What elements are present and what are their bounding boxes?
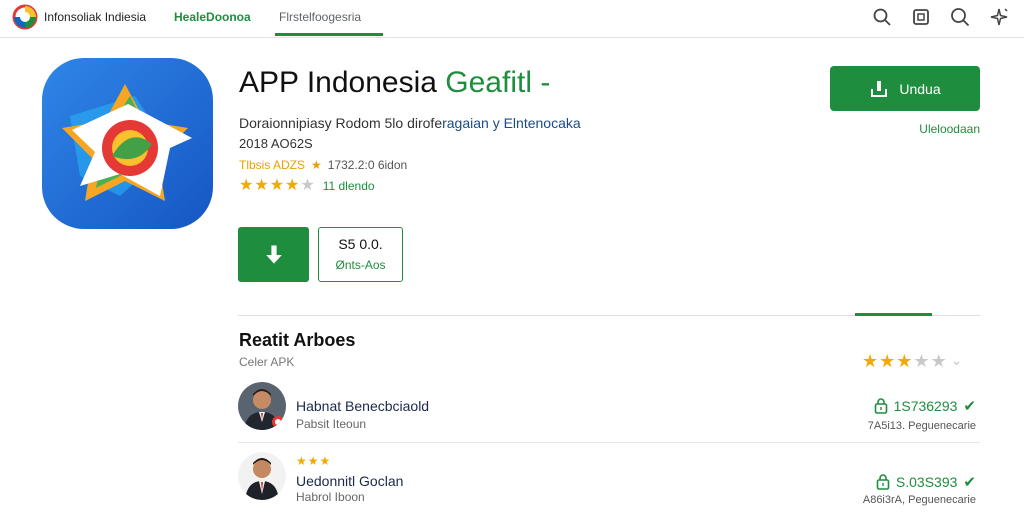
brand-logo-icon (12, 4, 38, 30)
brand[interactable]: Infonsoliak Indiesia (12, 4, 146, 30)
review-count: 1S736293 (893, 398, 958, 414)
app-title: APP Indonesia Geafitl - (239, 66, 550, 100)
active-tab-indicator (275, 33, 383, 36)
meta-left: Tlbsis ADZS (239, 158, 306, 172)
app-meta: Tlbsis ADZS ★ 1732.2:0 6idon (239, 158, 407, 172)
app-title-main: APP Indonesia (239, 66, 437, 99)
star-icon: ★ (311, 158, 322, 172)
star-filled-icon: ★ (296, 454, 307, 468)
review-meta-sub: A86i3rA, Peguenecarie (862, 494, 976, 506)
reviews-subtitle: Celer APK (239, 355, 295, 369)
description-link[interactable]: ragaian y Elntenocaka (442, 115, 581, 131)
app-year: 2018 AO62S (239, 136, 313, 151)
review-meta-sub: 7A5i13. Peguenecarie (867, 420, 976, 432)
review-item[interactable]: Habnat Benecbciaold Pabsit Iteoun 1S7362… (238, 382, 980, 438)
install-label: Undua (899, 80, 941, 97)
install-sub-link[interactable]: Uleloodaan (830, 122, 980, 136)
star-filled-icon: ★ (307, 454, 319, 468)
tab-home[interactable]: HealeDoonoa (174, 10, 251, 24)
avatar (238, 382, 286, 430)
rating-stars: ★ ★ ★ ★ ★ (239, 178, 315, 194)
review-divider (238, 442, 980, 443)
star-filled-icon: ★ (269, 177, 285, 194)
star-empty-icon: ★ (913, 350, 930, 371)
lock-icon (874, 398, 887, 414)
download-arrow-icon (265, 244, 282, 264)
app-icon (40, 56, 215, 231)
star-empty-icon: ★ (930, 350, 947, 371)
app-rating: ★ ★ ★ ★ ★ 11 dlendo (239, 178, 375, 194)
reviewer-subtitle: Habrol Iboon (296, 490, 365, 504)
price-button[interactable]: S5 0.0. Ønts-Aos (318, 227, 403, 282)
app-description: Doraionnipiasy Rodom 5lo diroferagaian y… (239, 115, 581, 131)
search-icon[interactable] (949, 6, 971, 28)
reviewer-name[interactable]: Uedonnitl Goclan (296, 473, 403, 489)
app-title-accent: Geafitl - (445, 66, 551, 99)
download-button[interactable] (238, 227, 309, 282)
install-button[interactable]: Undua (830, 66, 980, 111)
star-empty-icon: ★ (300, 177, 315, 194)
star-filled-icon: ★ (879, 350, 896, 371)
star-filled-icon: ★ (319, 454, 331, 468)
price-amount: S5 0.0. (338, 236, 383, 252)
star-filled-icon: ★ (896, 350, 913, 371)
top-bar: Infonsoliak Indiesia HealeDoonoa Flrstel… (0, 0, 1024, 38)
review-stars: ★ ★ ★ (296, 455, 330, 467)
review-meta: 1S736293 ✔ (874, 397, 976, 415)
window-icon[interactable] (910, 6, 932, 28)
check-icon: ✔ (963, 474, 976, 491)
reviews-rating-filter[interactable]: ★ ★ ★ ★ ★ ⌄ (862, 350, 963, 371)
price-label: Ønts-Aos (335, 258, 386, 272)
review-item[interactable]: ★ ★ ★ Uedonnitl Goclan Habrol Iboon S.03S3… (238, 452, 980, 508)
rating-text: 11 dlendo (322, 179, 375, 193)
divider-accent (855, 313, 932, 316)
check-icon: ✔ (963, 398, 976, 415)
review-count: S.03S393 (895, 474, 958, 490)
sparkle-icon[interactable] (988, 6, 1010, 28)
avatar (238, 452, 286, 500)
star-filled-icon: ★ (254, 177, 269, 194)
description-text: Doraionnipiasy Rodom 5lo dirofe (239, 115, 443, 131)
tab-categories[interactable]: Flrstelfoogesria (279, 10, 361, 24)
chevron-down-icon: ⌄ (950, 352, 963, 368)
reviewer-name[interactable]: Habnat Benecbciaold (296, 398, 429, 414)
star-filled-icon: ★ (239, 177, 254, 194)
download-tray-icon (871, 80, 888, 97)
star-filled-icon: ★ (285, 177, 300, 194)
search-icon[interactable] (871, 6, 893, 28)
reviewer-subtitle: Pabsit Iteoun (296, 417, 367, 431)
brand-name: Infonsoliak Indiesia (44, 10, 147, 24)
review-meta: S.03S393 ✔ (876, 473, 976, 491)
reviews-stars: ★ ★ ★ ★ ★ (862, 350, 947, 371)
lock-icon (876, 474, 890, 490)
meta-mid: 1732.2:0 6idon (327, 158, 408, 172)
reviews-title: Reatit Arboes (239, 330, 356, 350)
star-filled-icon: ★ (862, 350, 879, 371)
